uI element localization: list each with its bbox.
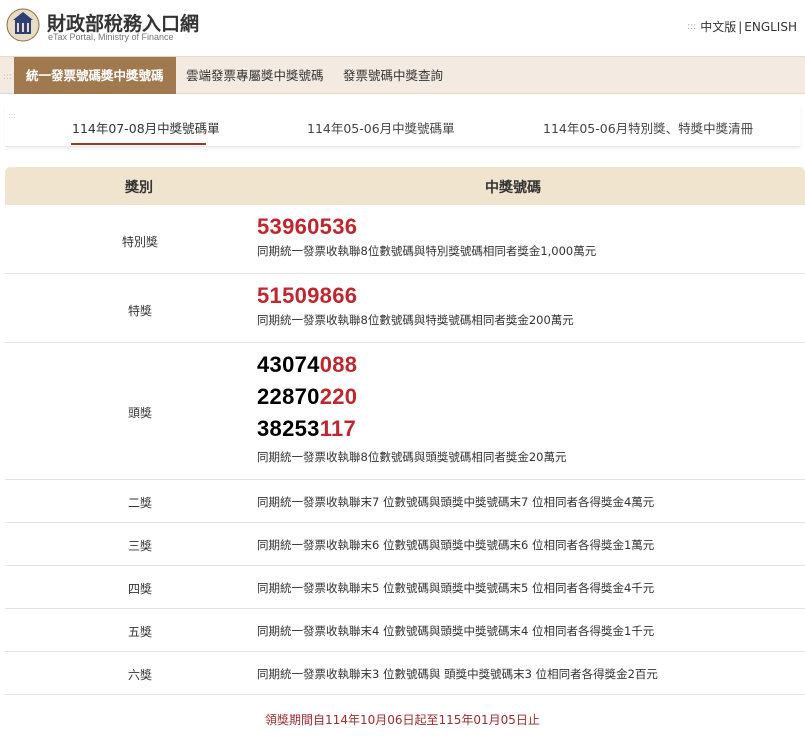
table-row: 四獎 同期統一發票收執聯末5 位數號碼與頭獎中獎號碼末5 位相同者各得獎金4千元 — [5, 566, 805, 609]
prize-name: 特別獎 — [121, 235, 158, 249]
prize-name: 特獎 — [127, 304, 152, 318]
prize-name: 六獎 — [127, 668, 152, 682]
winning-numbers: 43074088 22870220 38253117 同期統一發票收執聯8位數號… — [257, 349, 566, 465]
winning-number: 53960536 — [257, 214, 358, 239]
prize-name: 五獎 — [127, 625, 152, 639]
table-row: 三獎 同期統一發票收執聯末6 位數號碼與頭獎中獎號碼末6 位相同者各得獎金1萬元 — [5, 523, 805, 566]
winning-number: 51509866 — [257, 283, 358, 308]
prize-description: 同期統一發票收執聯8位數號碼與特獎號碼相同者獎金200萬元 — [257, 313, 574, 327]
prize-description: 同期統一發票收執聯末3 位數號碼與 頭獎中獎號碼末3 位相同者各得獎金2百元 — [257, 667, 658, 681]
lang-zh-link[interactable]: 中文版 — [700, 18, 736, 35]
claim-period-note: 領獎期間自114年10月06日起至115年01月05日止 — [265, 713, 540, 727]
table-header: 獎別 中獎號碼 — [5, 167, 805, 205]
site-header: 財政部稅務入口網 eTax Portal, Ministry of Financ… — [0, 0, 805, 56]
lang-separator: | — [738, 19, 743, 34]
prize-name: 頭獎 — [127, 406, 152, 420]
ministry-seal-icon[interactable] — [6, 6, 40, 44]
lang-en-link[interactable]: ENGLISH — [744, 20, 797, 34]
grip-icon: ::: — [687, 21, 697, 32]
number-prefix: 38253 — [257, 416, 320, 441]
table-row: 特獎 51509866 同期統一發票收執聯8位數號碼與特獎號碼相同者獎金200萬… — [5, 274, 805, 343]
prize-description: 同期統一發票收執聯末4 位數號碼與頭獎中獎號碼末4 位相同者各得獎金1千元 — [257, 624, 655, 638]
number-suffix: 088 — [319, 352, 358, 377]
prize-description: 同期統一發票收執聯末5 位數號碼與頭獎中獎號碼末5 位相同者各得獎金4千元 — [257, 581, 655, 595]
winning-numbers: 53960536 同期統一發票收執聯8位數號碼與特別獎號碼相同者獎金1,000萬… — [257, 211, 596, 259]
prize-name: 四獎 — [127, 582, 152, 596]
number-suffix: 220 — [319, 384, 358, 409]
number-prefix: 43074 — [257, 352, 320, 377]
prize-description: 同期統一發票收執聯末6 位數號碼與頭獎中獎號碼末6 位相同者各得獎金1萬元 — [257, 538, 655, 552]
prize-name: 三獎 — [127, 539, 152, 553]
winning-numbers: 51509866 同期統一發票收執聯8位數號碼與特獎號碼相同者獎金200萬元 — [257, 280, 574, 328]
table-row: 二獎 同期統一發票收執聯末7 位數號碼與頭獎中獎號碼末7 位相同者各得獎金4萬元 — [5, 480, 805, 523]
prize-description: 同期統一發票收執聯末7 位數號碼與頭獎中獎號碼末7 位相同者各得獎金4萬元 — [257, 495, 655, 509]
prize-name: 二獎 — [127, 496, 152, 510]
tab-cloud-invoice-prize[interactable]: 雲端發票專屬獎中獎號碼 — [186, 57, 324, 94]
column-header-numbers: 中獎號碼 — [485, 180, 541, 196]
tab-period-previous[interactable]: 114年05-06月中獎號碼單 — [307, 118, 455, 137]
winning-number: 38253117 — [257, 413, 566, 445]
table-row: 頭獎 43074088 22870220 38253117 同期統一發票收執聯8… — [5, 343, 805, 480]
tab-invoice-winning-numbers[interactable]: 統一發票號碼獎中獎號碼 — [14, 57, 176, 94]
main-tabs: ::: 統一發票號碼獎中獎號碼 雲端發票專屬獎中獎號碼 發票號碼中獎查詢 — [0, 56, 805, 94]
table-row: 五獎 同期統一發票收執聯末4 位數號碼與頭獎中獎號碼末4 位相同者各得獎金1千元 — [5, 609, 805, 652]
grip-icon: ::: — [8, 111, 17, 120]
winning-number: 22870220 — [257, 381, 566, 413]
period-tabs: ::: 114年07-08月中獎號碼單 114年05-06月中獎號碼單 114年… — [5, 105, 800, 147]
winning-numbers-table: 獎別 中獎號碼 特別獎 53960536 同期統一發票收執聯8位數號碼與特別獎號… — [5, 167, 805, 695]
language-switcher: ::: 中文版 | ENGLISH — [687, 18, 797, 35]
winning-number: 43074088 — [257, 349, 566, 381]
tab-invoice-lookup[interactable]: 發票號碼中獎查詢 — [343, 57, 443, 94]
prize-description: 同期統一發票收執聯8位數號碼與特別獎號碼相同者獎金1,000萬元 — [257, 244, 597, 258]
column-header-prize: 獎別 — [125, 180, 153, 196]
number-suffix: 117 — [319, 416, 357, 441]
tab-special-prize-list[interactable]: 114年05-06月特別獎、特獎中獎清冊 — [543, 118, 753, 137]
number-prefix: 22870 — [257, 384, 320, 409]
prize-description: 同期統一發票收執聯8位數號碼與頭獎號碼相同者獎金20萬元 — [257, 450, 567, 464]
tab-period-current[interactable]: 114年07-08月中獎號碼單 — [72, 118, 220, 137]
table-row: 特別獎 53960536 同期統一發票收執聯8位數號碼與特別獎號碼相同者獎金1,… — [5, 205, 805, 274]
table-row: 六獎 同期統一發票收執聯末3 位數號碼與 頭獎中獎號碼末3 位相同者各得獎金2百… — [5, 652, 805, 695]
grip-icon: ::: — [3, 72, 13, 82]
active-tab-indicator — [71, 143, 206, 145]
site-subtitle: eTax Portal, Ministry of Finance — [48, 32, 174, 42]
